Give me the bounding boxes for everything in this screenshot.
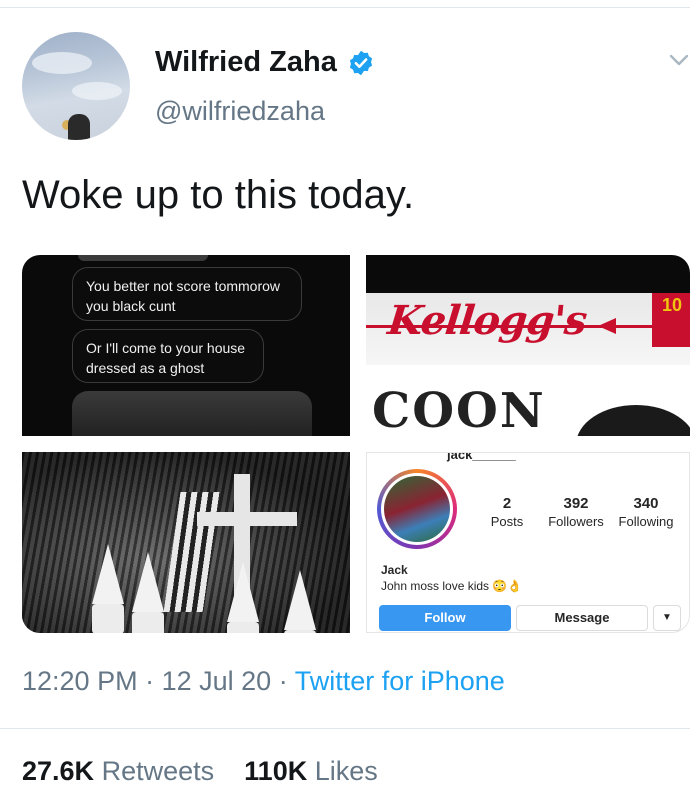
likes-label: Likes — [314, 756, 378, 786]
avatar-cloud — [32, 52, 92, 74]
ig-posts-label: Posts — [490, 514, 524, 529]
photo-hood-figure — [92, 544, 124, 633]
tweet-text: Woke up to this today. — [22, 173, 415, 217]
avatar-cloud — [72, 82, 122, 100]
meta-separator: · — [278, 666, 288, 696]
media-instagram-profile[interactable]: jack______ 2 Posts 392 Followers 340 Fol… — [366, 452, 690, 633]
cereal-brand: Kellogg's — [385, 297, 589, 344]
photo-hood-figure — [227, 562, 259, 633]
tweet-meta: 12:20 PM · 12 Jul 20 · Twitter for iPhon… — [22, 666, 505, 697]
media-messages-screenshot[interactable]: You better not score tommorow you black … — [22, 255, 350, 436]
message-bubble-2: Or I'll come to your house dressed as a … — [72, 329, 264, 383]
stats-divider — [0, 728, 690, 729]
ig-chevron-down-icon: ▼ — [653, 605, 681, 631]
ig-avatar — [377, 469, 457, 549]
media-cereal-box[interactable]: Kellogg's 10 COON — [366, 255, 690, 436]
tweet-time[interactable]: 12:20 PM — [22, 666, 138, 696]
cereal-tag: 10 — [652, 293, 690, 347]
chevron-down-icon[interactable] — [668, 50, 690, 70]
likes-stat[interactable]: 110K Likes — [244, 756, 378, 786]
ig-stat-posts: 2 Posts — [483, 495, 531, 529]
cereal-arrow-icon — [598, 318, 616, 334]
ig-followers-label: Followers — [548, 514, 604, 529]
author-name-row[interactable]: Wilfried Zaha — [155, 46, 375, 79]
ig-message-button: Message — [516, 605, 648, 631]
ig-followers-count: 392 — [563, 495, 589, 512]
media-rally-photo[interactable] — [22, 452, 350, 633]
author-name[interactable]: Wilfried Zaha — [155, 46, 337, 79]
photo-cross-horizontal — [197, 512, 297, 526]
ig-avatar-ring — [381, 473, 453, 545]
ig-username: jack______ — [447, 452, 516, 462]
tweet-date[interactable]: 12 Jul 20 — [162, 666, 272, 696]
top-divider — [0, 7, 690, 8]
message-bubble-3 — [72, 391, 312, 436]
tweet-source-link[interactable]: Twitter for iPhone — [295, 666, 505, 696]
verified-badge-icon — [347, 49, 375, 77]
photo-hood-figure — [284, 570, 316, 633]
message-bubble-1: You better not score tommorow you black … — [72, 267, 302, 321]
ig-follow-button: Follow — [379, 605, 511, 631]
photo-hood-figure — [132, 552, 164, 633]
ig-stat-following: 340 Following — [613, 495, 679, 529]
meta-separator: · — [145, 666, 155, 696]
retweets-label: Retweets — [101, 756, 215, 786]
retweets-count: 27.6K — [22, 756, 95, 786]
author-handle[interactable]: @wilfriedzaha — [155, 96, 325, 127]
message-bubble-cut — [78, 255, 208, 261]
media-grid: You better not score tommorow you black … — [22, 255, 690, 633]
engagement-counts: 27.6K Retweets 110K Likes — [22, 756, 378, 787]
likes-count: 110K — [244, 756, 308, 786]
ig-following-label: Following — [618, 514, 674, 529]
ig-bio: John moss love kids 😳👌 — [381, 579, 523, 593]
author-avatar[interactable] — [22, 32, 130, 140]
cereal-word: COON — [372, 383, 546, 436]
avatar-person — [68, 114, 90, 140]
retweets-stat[interactable]: 27.6K Retweets — [22, 756, 214, 786]
ig-following-count: 340 — [633, 495, 659, 512]
ig-display-name: Jack — [381, 563, 408, 577]
ig-stat-followers: 392 Followers — [543, 495, 609, 529]
ig-avatar-photo — [384, 476, 450, 542]
ig-posts-count: 2 — [502, 495, 512, 512]
